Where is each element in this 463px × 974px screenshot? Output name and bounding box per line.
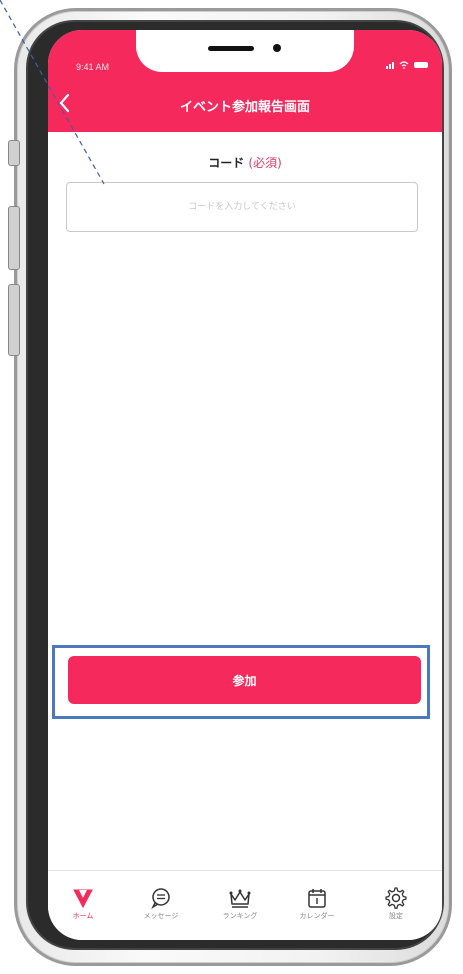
crown-icon	[229, 889, 251, 908]
gear-icon	[385, 887, 407, 909]
tab-bar: ホーム メッセージ ランキング カレンダー 設定	[48, 870, 442, 940]
home-arrow-icon	[73, 889, 93, 909]
notch	[136, 30, 354, 72]
code-label-text: コード	[208, 156, 245, 170]
status-time: 9:41 AM	[76, 62, 110, 72]
camera	[273, 44, 281, 52]
tab-calendar-label: カレンダー	[299, 912, 335, 920]
join-button[interactable]: 参加	[68, 656, 421, 704]
status-icons	[386, 61, 428, 69]
page-title: イベント参加報告画面	[179, 100, 310, 115]
tab-ranking-label: ランキング	[222, 912, 258, 920]
tab-settings[interactable]: 設定	[366, 885, 426, 921]
required-marker: (必須)	[248, 156, 282, 170]
signal-icon	[386, 61, 394, 69]
calendar-icon	[308, 889, 326, 908]
volume-down-button	[8, 284, 20, 356]
battery-icon	[414, 62, 428, 68]
wifi-icon	[399, 61, 409, 69]
speaker	[208, 46, 254, 51]
volume-up-button	[8, 206, 20, 270]
tab-home[interactable]: ホーム	[53, 885, 113, 921]
tab-settings-label: 設定	[389, 912, 403, 920]
mute-switch	[8, 140, 20, 166]
tab-ranking[interactable]: ランキング	[210, 885, 270, 921]
app-header: 9:41 AM イベント参加報告画面	[48, 30, 442, 132]
code-field-label: コード (必須)	[48, 154, 442, 171]
tab-home-label: ホーム	[72, 912, 94, 920]
app-screen: 9:41 AM イベント参加報告画面 コード (必須) 参加	[48, 30, 442, 940]
tab-messages[interactable]: メッセージ	[131, 885, 191, 921]
tab-messages-label: メッセージ	[143, 912, 179, 920]
code-input[interactable]	[66, 182, 418, 232]
tab-calendar[interactable]: カレンダー	[287, 885, 347, 921]
message-icon	[151, 888, 170, 909]
